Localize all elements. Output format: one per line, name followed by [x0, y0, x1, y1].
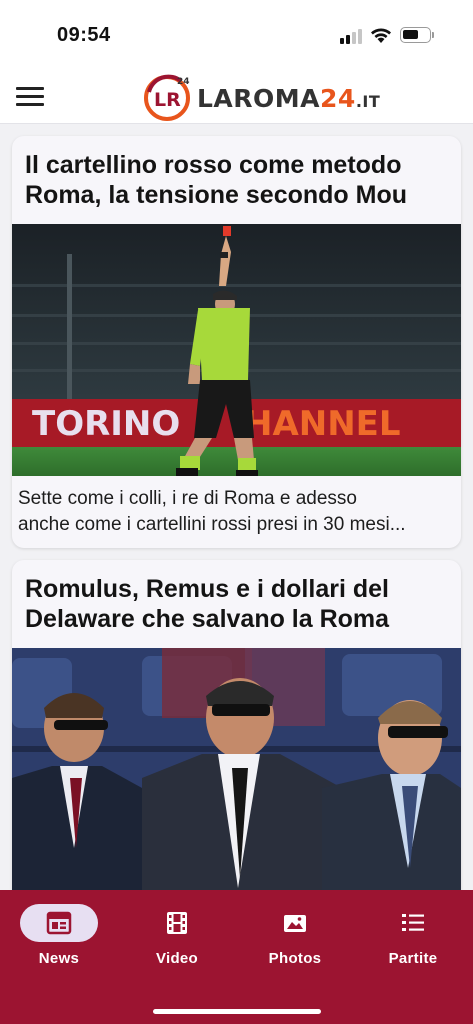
- wifi-icon: [371, 28, 391, 43]
- video-icon: [167, 912, 187, 934]
- laroma24-logo[interactable]: LR 24 LAROMA24.IT: [143, 72, 380, 122]
- photos-icon: [284, 915, 306, 932]
- svg-text:HANNEL: HANNEL: [244, 404, 401, 444]
- hamburger-menu-icon[interactable]: [16, 87, 44, 107]
- svg-text:LR: LR: [154, 89, 181, 111]
- status-bar: 09:54: [0, 0, 473, 68]
- battery-icon: [400, 27, 434, 43]
- tab-video[interactable]: Video: [118, 904, 236, 974]
- status-time: 09:54: [57, 24, 111, 46]
- tab-label: News: [38, 950, 80, 967]
- tab-partite[interactable]: Partite: [354, 904, 472, 974]
- article-title[interactable]: Romulus, Remus e i dollari del Delaware …: [12, 560, 461, 648]
- svg-text:TORINO: TORINO: [32, 404, 180, 444]
- article-image[interactable]: [12, 648, 461, 890]
- article-card[interactable]: Romulus, Remus e i dollari del Delaware …: [12, 560, 461, 890]
- owners-photo: [12, 648, 461, 890]
- tab-photos[interactable]: Photos: [236, 904, 354, 974]
- tab-label: Photos: [268, 950, 322, 967]
- news-feed[interactable]: Il cartellino rosso come metodo Roma, la…: [0, 124, 473, 890]
- tab-news[interactable]: News: [0, 904, 118, 974]
- article-card[interactable]: Il cartellino rosso come metodo Roma, la…: [12, 136, 461, 548]
- bottom-navigation: News Video Photos Partite: [0, 890, 473, 1024]
- partite-icon: [402, 914, 424, 931]
- app-header: LR 24 LAROMA24.IT: [0, 68, 473, 124]
- tab-label: Partite: [388, 950, 438, 967]
- svg-text:24: 24: [177, 77, 190, 87]
- tab-label: Video: [155, 950, 199, 967]
- logo-mark-icon: LR 24: [144, 74, 190, 121]
- article-excerpt: Sette come i colli, i re di Roma e adess…: [18, 488, 406, 535]
- active-pill: [20, 904, 98, 942]
- article-image[interactable]: TORINO HANNEL: [12, 224, 461, 476]
- referee-photo: TORINO HANNEL: [12, 224, 461, 476]
- news-icon: [46, 911, 72, 935]
- cellular-signal-icon: [340, 28, 362, 44]
- article-title[interactable]: Il cartellino rosso come metodo Roma, la…: [12, 136, 461, 224]
- logo-wordmark: LAROMA24.IT: [197, 84, 381, 113]
- home-indicator[interactable]: [153, 1009, 321, 1014]
